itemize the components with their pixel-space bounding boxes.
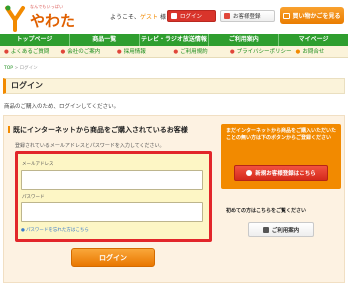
bullet-icon: ● bbox=[229, 49, 235, 55]
subnav-label: 採用情報 bbox=[123, 49, 146, 55]
nav-top[interactable]: トップページ bbox=[0, 34, 70, 46]
subnav-item-company[interactable]: ● 会社のご案内 bbox=[56, 46, 112, 57]
header-register-label: お客様登録 bbox=[233, 14, 261, 20]
bullet-icon: ● bbox=[4, 49, 9, 55]
page-intro: 商品のご購入のため、ログインしてください。 bbox=[4, 104, 120, 110]
login-button[interactable]: ログイン bbox=[71, 248, 155, 267]
breadcrumb-home[interactable]: TOP bbox=[4, 66, 13, 71]
bullet-icon: ● bbox=[116, 49, 122, 55]
nav-guide[interactable]: ご利用案内 bbox=[209, 34, 280, 46]
welcome-prefix: ようこそ、 bbox=[110, 14, 141, 21]
subnav-item-privacy[interactable]: ● プライバシーポリシー bbox=[226, 46, 292, 57]
welcome-suffix: 様 bbox=[158, 14, 166, 21]
password-label: パスワード bbox=[22, 195, 45, 200]
site-header: なんでもいっぱい やわた ようこそ、ゲスト 様 ログイン お客様登録 買い物かご… bbox=[0, 0, 348, 36]
guide-button-label: ご利用案内 bbox=[271, 227, 300, 234]
email-label: メールアドレス bbox=[22, 162, 54, 167]
view-cart-button[interactable]: 買い物かごを見る bbox=[280, 7, 344, 24]
first-time-text: 初めての方はこちらをご覧ください bbox=[226, 208, 307, 214]
welcome-name: ゲスト bbox=[140, 14, 159, 21]
arrow-right-icon bbox=[246, 170, 253, 176]
existing-customer-title: 既にインターネットから商品をご購入されているお客様 bbox=[13, 126, 188, 134]
subnav-item-contact[interactable]: ● お問合せ bbox=[292, 46, 348, 57]
subnav-label: 会社のご案内 bbox=[67, 49, 101, 55]
bullet-icon: ● bbox=[60, 49, 66, 55]
view-cart-label: 買い物かごを見る bbox=[292, 13, 341, 20]
header-login-button[interactable]: ログイン bbox=[167, 10, 216, 22]
breadcrumb-current: ログイン bbox=[19, 66, 38, 71]
forgot-password-link[interactable]: ●パスワードを忘れた方はこちら bbox=[21, 227, 89, 233]
sub-nav: ● よくあるご質問 ● 会社のご案内 ● 採用情報 ● ご利用規約 ● プライバシーポリシ… bbox=[0, 46, 348, 58]
existing-customer-heading: 既にインターネットから商品をご購入されているお客様 bbox=[8, 125, 188, 135]
bullet-icon: ● bbox=[295, 49, 301, 55]
header-register-button[interactable]: お客様登録 bbox=[220, 10, 275, 22]
user-icon bbox=[224, 13, 230, 19]
subnav-label: プライバシーポリシー bbox=[236, 49, 292, 55]
nav-mypage[interactable]: マイページ bbox=[279, 34, 348, 46]
forgot-password-label: パスワードを忘れた方はこちら bbox=[25, 228, 89, 233]
book-icon bbox=[262, 226, 269, 233]
subnav-label: よくあるご質問 bbox=[10, 49, 50, 55]
main-nav: トップページ 商品一覧 テレビ・ラジオ放送情報 ご利用案内 マイページ bbox=[0, 34, 348, 46]
lock-icon bbox=[171, 13, 177, 19]
new-customer-text: まだインターネットから商品をご購入いただいたことの無い方は下のボタンからご登録く… bbox=[226, 128, 337, 141]
nav-broadcast[interactable]: テレビ・ラジオ放送情報 bbox=[140, 34, 210, 46]
subnav-item-faq[interactable]: ● よくあるご質問 bbox=[0, 46, 56, 57]
heading-bar-icon bbox=[8, 126, 10, 133]
cart-icon bbox=[283, 12, 291, 19]
subnav-item-terms[interactable]: ● ご利用規約 bbox=[169, 46, 225, 57]
password-field[interactable] bbox=[21, 202, 203, 222]
bullet-icon: ● bbox=[173, 49, 179, 55]
nav-products[interactable]: 商品一覧 bbox=[70, 34, 140, 46]
bullet-icon: ● bbox=[21, 228, 25, 233]
new-member-register-button[interactable]: 新規お客様登録はこちら bbox=[234, 165, 328, 181]
logo-text[interactable]: やわた bbox=[30, 10, 75, 31]
email-field[interactable] bbox=[21, 170, 203, 190]
header-login-label: ログイン bbox=[180, 14, 203, 20]
welcome-message: ようこそ、ゲスト 様 bbox=[110, 12, 166, 21]
new-member-register-label: 新規お客様登録はこちら bbox=[255, 171, 316, 177]
login-description: 登録されているメールアドレスとパスワードを入力してください。 bbox=[15, 143, 165, 149]
guide-button[interactable]: ご利用案内 bbox=[248, 222, 314, 237]
subnav-item-recruit[interactable]: ● 採用情報 bbox=[113, 46, 169, 57]
subnav-label: お問合せ bbox=[302, 49, 325, 55]
breadcrumb: TOP > ログイン bbox=[4, 65, 38, 71]
logo-icon[interactable] bbox=[4, 4, 26, 32]
subnav-label: ご利用規約 bbox=[180, 49, 208, 55]
page-title: ログイン bbox=[3, 78, 345, 94]
